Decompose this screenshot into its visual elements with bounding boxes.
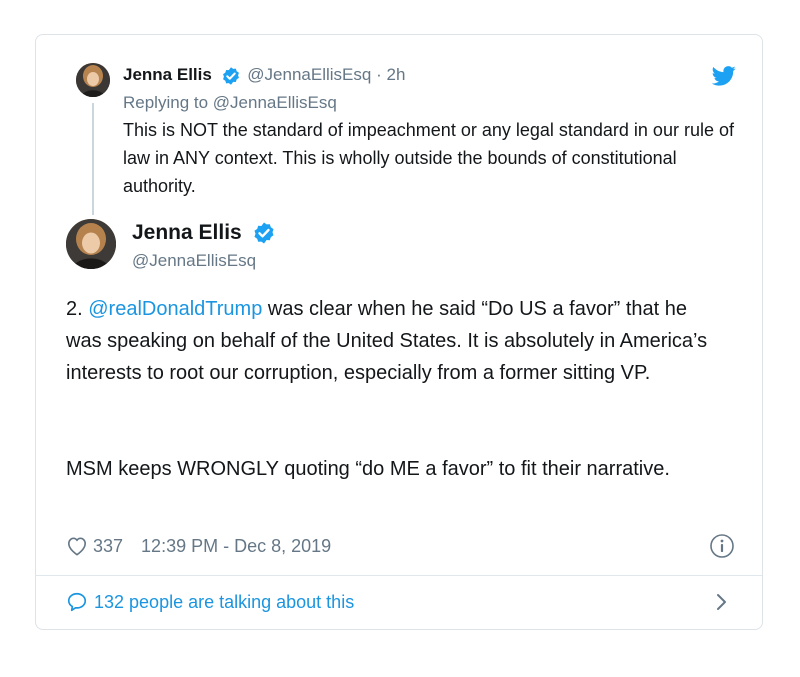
replying-to-prefix: Replying to [123, 93, 209, 112]
tweet-meta-row: 337 12:39 PM - Dec 8, 2019 [66, 533, 331, 559]
avatar-photo-icon [76, 63, 110, 97]
main-tweet-text: 2. @realDonaldTrump was clear when he sa… [66, 293, 726, 389]
main-author-handle[interactable]: @JennaEllisEsq [132, 251, 256, 271]
main-author-avatar[interactable] [66, 219, 116, 269]
tweet-text-prefix: 2. [66, 298, 89, 320]
reply-author-name[interactable]: Jenna Ellis [123, 65, 212, 84]
avatar-photo-icon [66, 219, 116, 269]
reply-author-avatar[interactable] [76, 63, 110, 97]
thread-connector-line [92, 103, 94, 215]
embedded-tweet-card: Jenna Ellis @JennaEllisEsq · 2h Replying… [35, 34, 763, 630]
mention-link[interactable]: @realDonaldTrump [88, 298, 262, 320]
reply-time-ago[interactable]: 2h [386, 65, 405, 84]
replying-to-handle[interactable]: @JennaEllisEsq [213, 93, 337, 112]
like-count[interactable]: 337 [93, 536, 123, 557]
meta-separator: · [376, 65, 382, 84]
verified-badge-icon [252, 221, 276, 245]
footer-divider [36, 575, 762, 576]
conversation-link[interactable]: 132 people are talking about this [66, 589, 354, 615]
verified-badge-icon [221, 66, 241, 86]
replying-to-line: Replying to @JennaEllisEsq [123, 93, 337, 113]
chevron-right-icon[interactable] [712, 591, 732, 613]
reply-header: Jenna Ellis @JennaEllisEsq · 2h [123, 65, 405, 86]
heart-outline-icon[interactable] [66, 536, 88, 556]
main-author-name[interactable]: Jenna Ellis [132, 221, 242, 244]
main-author-name-row: Jenna Ellis [132, 221, 276, 245]
reply-author-handle[interactable]: @JennaEllisEsq [247, 65, 371, 84]
talking-about-label[interactable]: 132 people are talking about this [94, 592, 354, 613]
main-tweet-text-paragraph-2: MSM keeps WRONGLY quoting “do ME a favor… [66, 458, 670, 480]
reply-tweet-text: This is NOT the standard of impeachment … [123, 120, 734, 196]
tweet-timestamp[interactable]: 12:39 PM - Dec 8, 2019 [141, 536, 331, 557]
twitter-bird-icon[interactable] [712, 66, 736, 86]
speech-bubble-icon [66, 591, 88, 613]
info-icon[interactable] [709, 533, 735, 559]
